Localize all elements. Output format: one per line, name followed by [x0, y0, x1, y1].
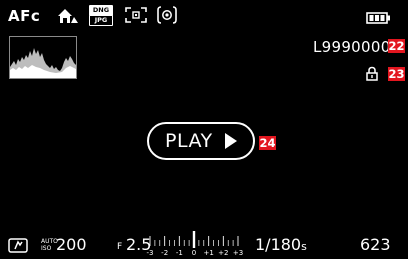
ev-scale-label: 0 — [191, 249, 197, 257]
ev-scale-ticks — [149, 231, 239, 248]
file-format-badge: DNG JPG — [89, 5, 113, 26]
callout-22: 22 — [388, 39, 405, 53]
play-arrow-icon — [224, 133, 237, 149]
histogram — [9, 36, 77, 79]
shutter-speed-unit: s — [301, 240, 307, 253]
af-field-icon — [125, 7, 147, 23]
shutter-speed: 1/180s — [255, 235, 307, 254]
focus-mode-label: AFc — [8, 7, 41, 25]
ev-scale-label: +1 — [203, 249, 214, 257]
ev-scale-label: +2 — [218, 249, 229, 257]
lock-icon — [366, 66, 378, 81]
play-button[interactable]: PLAY — [147, 122, 255, 160]
exposure-compensation-scale: -3 -2 -1 0 +1 +2 +3 — [146, 230, 244, 259]
ev-scale-label: -1 — [175, 249, 183, 257]
histogram-graph — [10, 48, 76, 78]
electronic-shutter-icon — [8, 238, 28, 253]
ev-indicator — [192, 231, 196, 248]
callout-24: 24 — [259, 136, 276, 150]
callout-23: 23 — [388, 67, 405, 81]
ev-scale-label: -2 — [161, 249, 169, 257]
shutter-speed-value: 1/180 — [255, 235, 302, 254]
aperture-prefix: F — [117, 242, 123, 252]
file-number: L9990000 — [313, 38, 391, 56]
battery-icon — [366, 9, 391, 24]
file-format-jpg: JPG — [89, 15, 113, 26]
ev-scale-labels: -3 -2 -1 0 +1 +2 +3 — [146, 249, 244, 258]
ev-scale-label: -3 — [146, 249, 154, 257]
iso-value: 200 — [56, 235, 87, 254]
scene-mode-icon — [57, 8, 79, 24]
play-label: PLAY — [165, 130, 213, 152]
spot-metering-icon — [157, 6, 177, 24]
remaining-shots: 623 — [360, 235, 391, 254]
ev-scale-label: +3 — [232, 249, 244, 257]
camera-live-view-screen: AFc DNG JPG L9990000 22 23 PLAY 24 AUTO … — [0, 0, 408, 259]
